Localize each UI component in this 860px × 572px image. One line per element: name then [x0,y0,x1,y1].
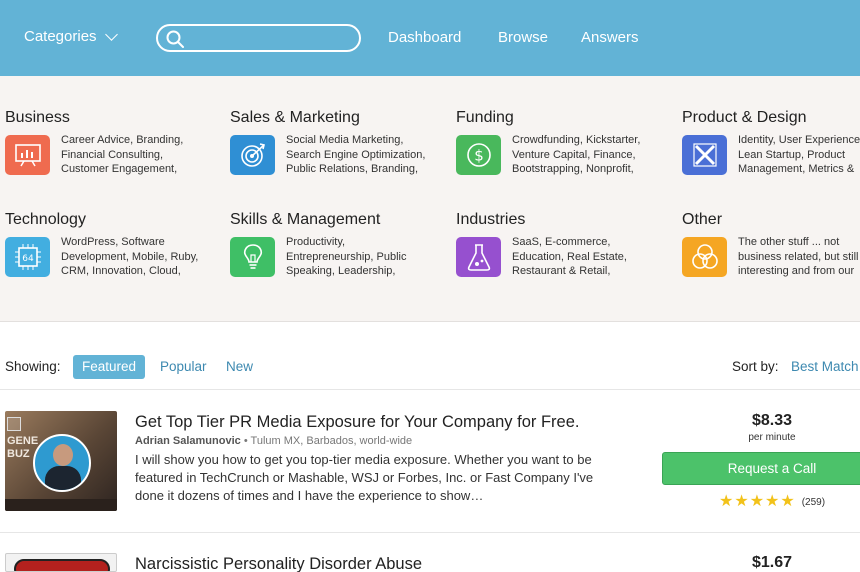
listing-meta: Adrian Salamunovic • Tulum MX, Barbados,… [135,435,412,447]
category-title: Business [5,109,70,126]
badge-icon [7,417,21,431]
nav-answers[interactable]: Answers [581,29,639,46]
filter-new[interactable]: New [226,355,253,379]
category-funding[interactable]: Funding $ Crowdfunding, Kickstarter, Ven… [456,109,686,199]
listing-description: I will show you how to get you top-tier … [135,452,594,503]
listing-card: GENE BUZ Get Top Tier PR Media Exposure … [0,390,860,532]
category-technology[interactable]: Technology 64 WordPress, Software Develo… [5,211,235,301]
sort-dropdown[interactable]: Best Match [791,359,859,374]
target-icon [230,135,275,175]
category-grid: Business Career Advice, Branding, Financ… [0,76,860,322]
thumbnail-sign [14,559,110,571]
review-count: (259) [801,496,826,508]
listing-location: • Tulum MX, Barbados, world-wide [243,435,413,447]
request-call-button[interactable]: Request a Call [662,452,860,485]
star-icon: ★ [734,493,749,510]
circles-icon [682,237,727,277]
search-icon [166,30,184,48]
filter-popular[interactable]: Popular [160,355,207,379]
design-tools-icon [682,135,727,175]
category-business[interactable]: Business Career Advice, Branding, Financ… [5,109,235,199]
filter-featured[interactable]: Featured [73,355,146,379]
listing-title[interactable]: Narcissistic Personality Disorder Abuse [135,555,422,572]
listing-author[interactable]: Adrian Salamunovic [135,435,241,447]
category-title: Skills & Management [230,211,381,228]
category-other[interactable]: Other The other stuff ... not business r… [682,211,860,301]
category-title: Funding [456,109,514,126]
price-unit: per minute [748,432,796,443]
category-industries[interactable]: Industries SaaS, E-commerce, Education, … [456,211,686,301]
listing-card: Narcissistic Personality Disorder Abuse … [0,533,860,572]
category-title: Other [682,211,723,228]
chip-label: 64 [22,254,34,264]
category-description: Productivity, Entrepreneurship, Public S… [286,236,407,277]
listing-price: $8.33 [751,412,793,429]
star-icon: ★ [780,493,795,510]
category-description: WordPress, Software Development, Mobile,… [61,236,199,277]
nav-browse[interactable]: Browse [498,29,548,46]
listing-thumbnail[interactable]: GENE BUZ [5,411,117,511]
avatar [33,434,91,492]
category-description: Career Advice, Branding, Financial Consu… [61,134,184,175]
chevron-down-icon [104,27,118,41]
category-description: Identity, User Experience, Lean Startup,… [738,134,860,175]
star-icon: ★ [765,493,780,510]
categories-label: Categories [24,28,97,45]
category-description: SaaS, E-commerce, Education, Real Estate… [512,236,627,277]
categories-dropdown[interactable]: Categories [24,27,118,45]
listing-price: $1.67 [751,554,793,571]
svg-text:$: $ [474,147,484,165]
category-skills-management[interactable]: Skills & Management Productivity, Entrep… [230,211,460,301]
top-header: Categories Dashboard Browse Answers [0,0,860,76]
rating: ★ ★ ★ ★ ★ (259) [719,494,825,510]
category-description: Crowdfunding, Kickstarter, Venture Capit… [512,134,641,175]
category-description: The other stuff ... not business related… [738,236,859,277]
category-title: Sales & Marketing [230,109,360,126]
showing-label: Showing: [5,359,61,374]
search-input[interactable] [190,28,350,48]
listing-title[interactable]: Get Top Tier PR Media Exposure for Your … [135,413,580,432]
nav-dashboard[interactable]: Dashboard [388,29,461,46]
filter-bar: Showing: Featured Popular New Sort by: B… [0,322,860,390]
flask-icon [456,237,501,277]
category-product-design[interactable]: Product & Design Identity, User Experien… [682,109,860,199]
star-icon: ★ [719,493,734,510]
lightbulb-icon [230,237,275,277]
star-icon: ★ [749,493,765,510]
chip-icon: 64 [5,237,50,277]
dollar-icon: $ [456,135,501,175]
presentation-chart-icon [5,135,50,175]
category-title: Industries [456,211,526,228]
sort-label: Sort by: [732,359,779,374]
category-description: Social Media Marketing, Search Engine Op… [286,134,426,175]
category-sales-marketing[interactable]: Sales & Marketing Social Media Marketing… [230,109,460,199]
category-title: Technology [5,211,86,228]
search-box[interactable] [156,24,361,52]
listing-thumbnail[interactable] [5,553,117,572]
category-title: Product & Design [682,109,807,126]
